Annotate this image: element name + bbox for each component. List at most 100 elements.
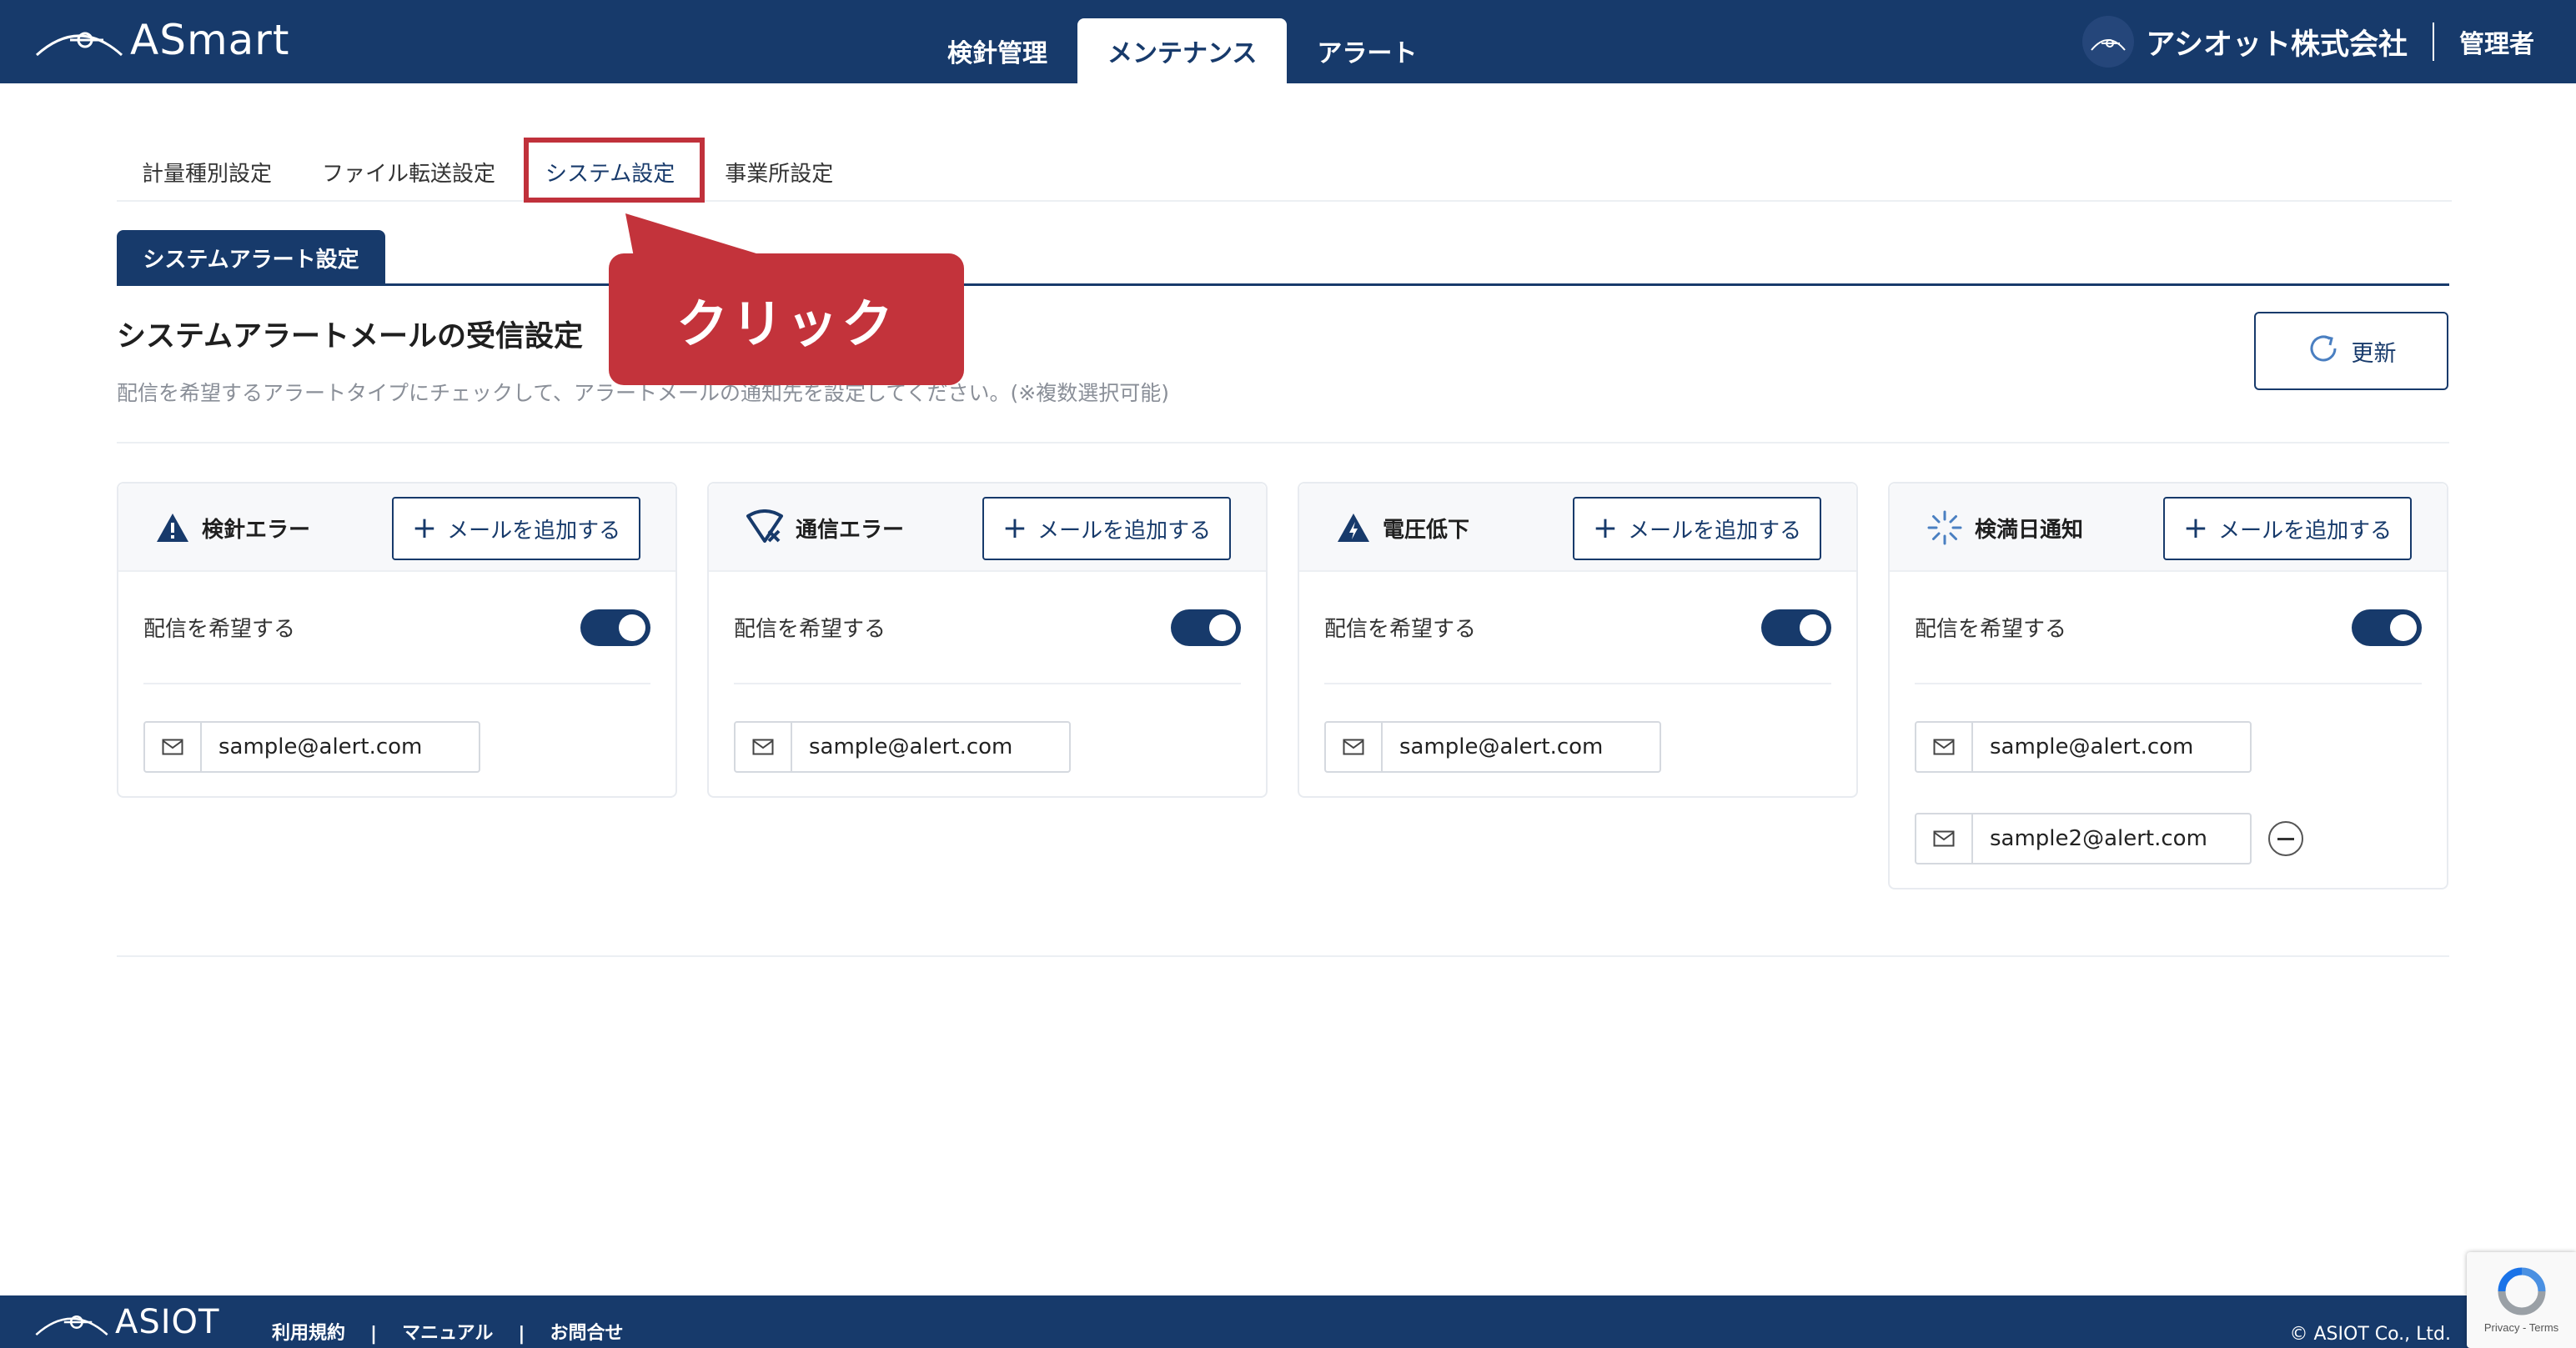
- mail-icon: [1916, 814, 1973, 863]
- card-title: 検針エラー: [155, 484, 310, 572]
- recaptcha-badge[interactable]: Privacy - Terms: [2467, 1252, 2576, 1348]
- main-nav: 検針管理 メンテナンス アラート: [917, 18, 1447, 83]
- footer-logo[interactable]: ASIOT: [33, 1295, 219, 1348]
- subtab-file-transfer[interactable]: ファイル転送設定: [297, 142, 520, 202]
- email-row: sample2@alert.com: [1915, 813, 2422, 864]
- email-value: sample2@alert.com: [1990, 826, 2207, 851]
- email-row: sample@alert.com: [1915, 721, 2422, 773]
- remove-email-button[interactable]: [2268, 821, 2303, 856]
- card-title-text: 検満日通知: [1975, 517, 2084, 543]
- card-header: 通信エラー + メールを追加する: [709, 484, 1266, 572]
- card-header: 検満日通知 + メールを追加する: [1890, 484, 2447, 572]
- delivery-toggle[interactable]: [1171, 609, 1241, 646]
- toggle-label: 配信を希望する: [1915, 617, 2067, 642]
- plus-icon: +: [1002, 511, 1028, 545]
- delivery-toggle[interactable]: [580, 609, 650, 646]
- footer-separator: |: [370, 1324, 378, 1345]
- card-title: 通信エラー: [746, 484, 904, 572]
- divider-bottom: [117, 955, 2449, 957]
- add-email-label: メールを追加する: [2218, 518, 2393, 544]
- toggle-label: 配信を希望する: [143, 617, 296, 642]
- section-tab-system-alert[interactable]: システムアラート設定: [117, 230, 385, 285]
- footer-link-contact[interactable]: お問合せ: [550, 1318, 623, 1345]
- page-title: システムアラートメールの受信設定: [117, 320, 583, 353]
- warning-icon: [155, 512, 190, 544]
- subtab-measurement-type[interactable]: 計量種別設定: [117, 142, 297, 202]
- alert-card-voltage-drop: 電圧低下 + メールを追加する 配信を希望する sample@alert.com: [1298, 482, 1858, 798]
- email-value: sample@alert.com: [809, 734, 1013, 759]
- email-row: sample@alert.com: [734, 721, 1241, 773]
- top-header: ASmart 検針管理 メンテナンス アラート アシオット株式会社 管理者: [0, 0, 2576, 83]
- plus-icon: +: [411, 511, 438, 545]
- section-line: [117, 283, 2449, 286]
- signal-error-icon: [746, 509, 784, 546]
- tab-maintenance[interactable]: メンテナンス: [1077, 18, 1288, 83]
- mail-icon: [1916, 723, 1973, 771]
- email-row: sample@alert.com: [143, 721, 650, 773]
- plus-icon: +: [1592, 511, 1619, 545]
- add-email-label: メールを追加する: [1037, 518, 1212, 544]
- copyright: © ASIOT Co., Ltd.: [2289, 1324, 2452, 1345]
- asmart-logo[interactable]: ASmart: [33, 8, 289, 72]
- alert-card-meter-error: 検針エラー + メールを追加する 配信を希望する sample@alert.co…: [117, 482, 677, 798]
- voltage-warning-icon: [1336, 512, 1371, 544]
- email-value: sample@alert.com: [1399, 734, 1604, 759]
- add-email-button[interactable]: + メールを追加する: [1573, 497, 1821, 560]
- add-email-label: メールを追加する: [447, 518, 621, 544]
- card-title: 電圧低下: [1336, 484, 1469, 572]
- email-field[interactable]: sample@alert.com: [734, 721, 1071, 773]
- tab-meter-reading[interactable]: 検針管理: [917, 18, 1077, 83]
- logo-orbit-icon: [35, 1315, 108, 1335]
- recaptcha-icon: [2498, 1267, 2545, 1315]
- email-field[interactable]: sample@alert.com: [1915, 721, 2252, 773]
- email-row: sample@alert.com: [1324, 721, 1831, 773]
- add-email-button[interactable]: + メールを追加する: [982, 497, 1231, 560]
- add-email-button[interactable]: + メールを追加する: [392, 497, 640, 560]
- email-field[interactable]: sample@alert.com: [1324, 721, 1661, 773]
- mail-icon: [145, 723, 202, 771]
- email-field[interactable]: sample2@alert.com: [1915, 813, 2252, 864]
- add-email-button[interactable]: + メールを追加する: [2163, 497, 2412, 560]
- footer-link-terms[interactable]: 利用規約: [272, 1318, 345, 1345]
- company-name: アシオット株式会社: [2146, 28, 2408, 62]
- card-header: 電圧低下 + メールを追加する: [1299, 484, 1856, 572]
- toggle-label: 配信を希望する: [1324, 617, 1477, 642]
- footer: ASIOT 利用規約 | マニュアル | お問合せ © ASIOT Co., L…: [0, 1295, 2576, 1348]
- delivery-toggle[interactable]: [1761, 609, 1831, 646]
- subtab-office-settings[interactable]: 事業所設定: [700, 142, 858, 202]
- email-field[interactable]: sample@alert.com: [143, 721, 480, 773]
- loading-icon: [1926, 509, 1963, 546]
- email-value: sample@alert.com: [218, 734, 423, 759]
- logo-text: ASmart: [130, 16, 290, 64]
- card-title: 検満日通知: [1926, 484, 2083, 572]
- card-title-text: 検針エラー: [202, 517, 311, 543]
- refresh-button[interactable]: 更新: [2254, 312, 2448, 390]
- mail-icon: [1326, 723, 1383, 771]
- alert-card-inspection-due: 検満日通知 + メールを追加する 配信を希望する sample@alert.co…: [1888, 482, 2448, 889]
- tab-alert[interactable]: アラート: [1287, 18, 1447, 83]
- email-value: sample@alert.com: [1990, 734, 2194, 759]
- card-title-text: 電圧低下: [1383, 517, 1470, 543]
- card-header: 検針エラー + メールを追加する: [118, 484, 675, 572]
- plus-icon: +: [2182, 511, 2209, 545]
- footer-links: 利用規約 | マニュアル | お問合せ: [272, 1295, 623, 1348]
- delivery-toggle[interactable]: [2352, 609, 2422, 646]
- user-role[interactable]: 管理者: [2459, 23, 2534, 60]
- footer-logo-text: ASIOT: [115, 1302, 220, 1341]
- company-logo-icon: [2082, 16, 2135, 68]
- click-callout: クリック: [609, 253, 964, 385]
- logo-orbit-icon: [35, 32, 123, 57]
- divider-top: [117, 442, 2449, 443]
- recaptcha-text[interactable]: Privacy - Terms: [2484, 1321, 2558, 1334]
- mail-icon: [736, 723, 792, 771]
- header-divider: [2433, 23, 2434, 61]
- footer-separator: |: [518, 1324, 525, 1345]
- company-area: アシオット株式会社 管理者: [2082, 0, 2534, 83]
- refresh-icon: [2307, 332, 2340, 371]
- toggle-label: 配信を希望する: [734, 617, 886, 642]
- sub-nav: 計量種別設定 ファイル転送設定 システム設定 事業所設定: [117, 142, 2452, 202]
- alert-card-communication-error: 通信エラー + メールを追加する 配信を希望する sample@alert.co…: [707, 482, 1268, 798]
- card-title-text: 通信エラー: [796, 517, 905, 543]
- footer-link-manual[interactable]: マニュアル: [402, 1318, 493, 1345]
- refresh-label: 更新: [2351, 340, 2397, 367]
